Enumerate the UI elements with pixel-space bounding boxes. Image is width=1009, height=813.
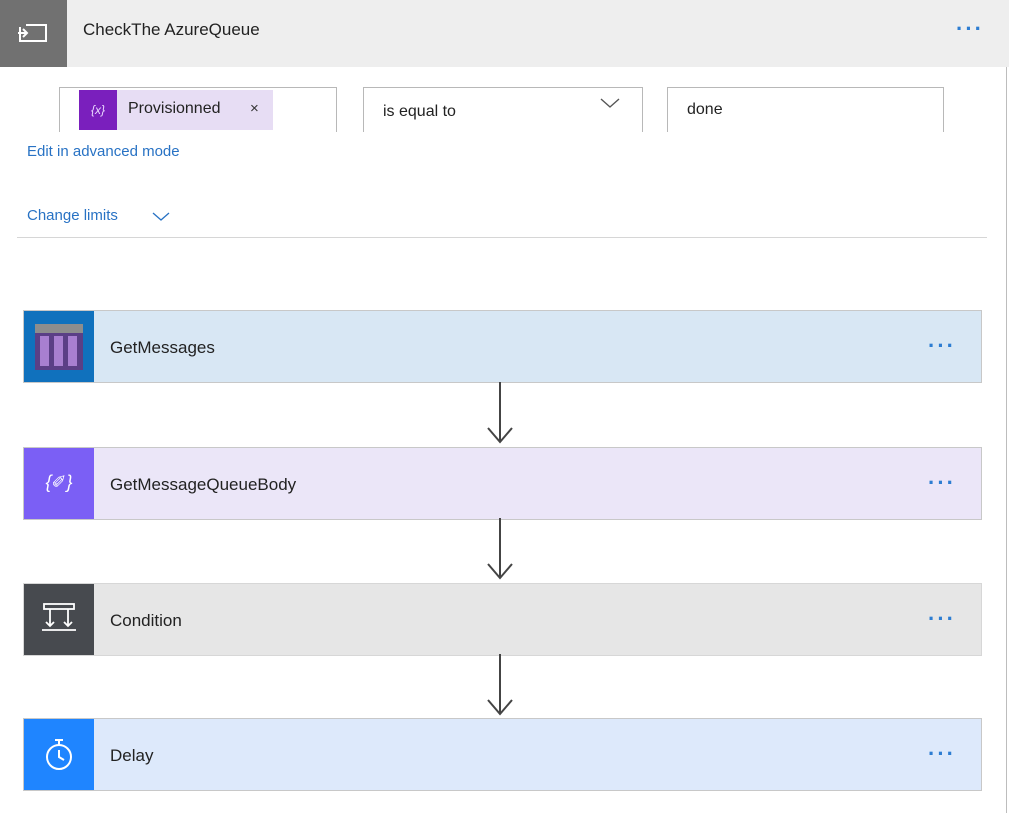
- operator-value: is equal to: [383, 103, 456, 120]
- edit-advanced-mode-link[interactable]: Edit in advanced mode: [27, 143, 180, 160]
- more-options-button[interactable]: ···: [928, 472, 956, 494]
- action-card-getmessagequeuebody[interactable]: {✐} GetMessageQueueBody ···: [23, 447, 982, 520]
- more-options-button[interactable]: ···: [928, 335, 956, 357]
- action-card-condition[interactable]: Condition ···: [23, 583, 982, 656]
- action-title: Delay: [110, 746, 154, 765]
- scope-header[interactable]: CheckThe AzureQueue ···: [0, 0, 1009, 67]
- azure-queue-icon: [24, 311, 94, 382]
- more-options-button[interactable]: ···: [928, 743, 956, 765]
- token-label: Provisionned: [128, 100, 221, 117]
- change-limits-link[interactable]: Change limits: [27, 207, 118, 224]
- action-title: GetMessages: [110, 338, 215, 357]
- action-title: Condition: [110, 611, 182, 630]
- variable-icon: {✐}: [24, 448, 94, 519]
- arrow-down-icon: [487, 518, 513, 580]
- scope-more-button[interactable]: ···: [956, 18, 984, 40]
- timer-icon: [24, 719, 94, 790]
- scope-border: [1006, 67, 1007, 813]
- chevron-down-icon[interactable]: [151, 210, 171, 228]
- arrow-down-icon: [487, 382, 513, 444]
- action-title: GetMessageQueueBody: [110, 475, 297, 494]
- scope-title: CheckThe AzureQueue: [83, 20, 260, 39]
- loop-until-icon: [0, 0, 67, 67]
- variable-token-icon: {x}: [79, 90, 117, 130]
- more-options-button[interactable]: ···: [928, 608, 956, 630]
- divider: [17, 237, 987, 238]
- condition-value: done: [687, 101, 723, 118]
- action-card-delay[interactable]: Delay ···: [23, 718, 982, 791]
- token-remove-button[interactable]: ×: [250, 100, 259, 117]
- arrow-down-icon: [487, 654, 513, 716]
- condition-icon: [24, 584, 94, 655]
- action-card-getmessages[interactable]: GetMessages ···: [23, 310, 982, 383]
- chevron-down-icon[interactable]: [599, 96, 621, 115]
